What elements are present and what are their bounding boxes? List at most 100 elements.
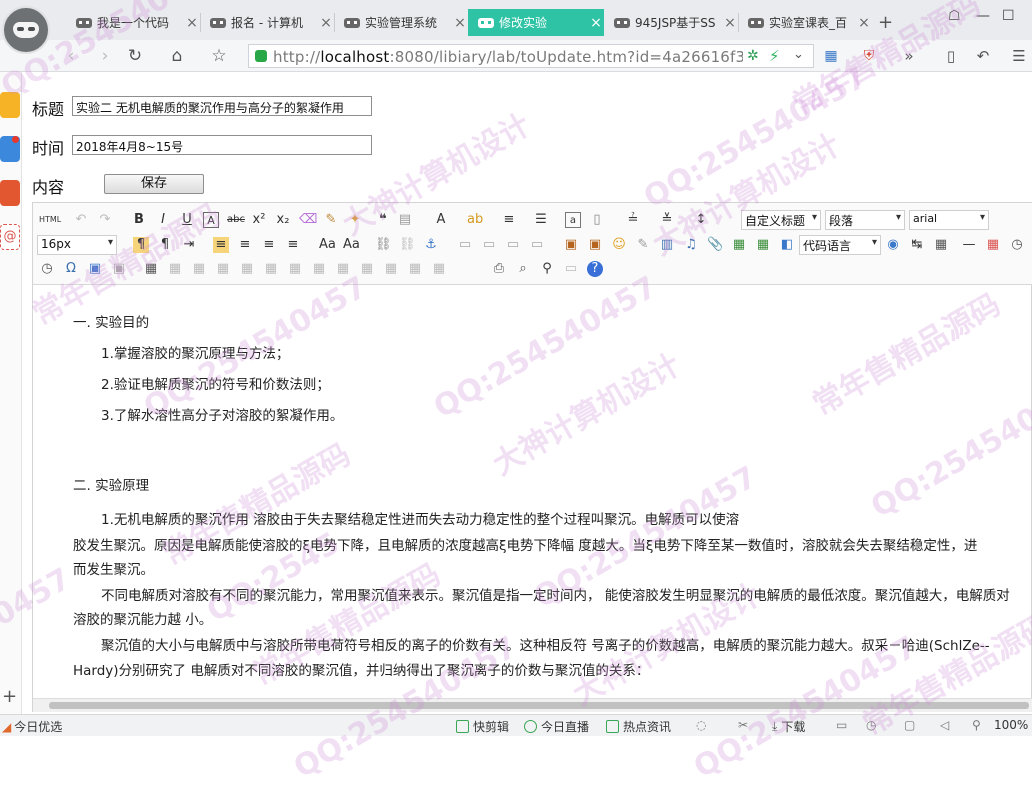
- unordered-list-icon[interactable]: ☰: [533, 212, 549, 228]
- horizontal-scrollbar[interactable]: [33, 698, 1032, 712]
- insert-col-icon[interactable]: ▦: [263, 261, 279, 277]
- page-break-icon[interactable]: ◉: [885, 237, 901, 253]
- clock-icon[interactable]: ◷: [39, 261, 55, 277]
- mute-icon[interactable]: ◁: [940, 718, 949, 732]
- eraser-icon[interactable]: ⌫: [299, 212, 317, 228]
- insert-image-icon[interactable]: ▣: [587, 237, 603, 253]
- simple-upload-icon[interactable]: ▣: [563, 237, 579, 253]
- date-icon[interactable]: ▦: [985, 237, 1001, 253]
- pasteplain-icon[interactable]: ▤: [397, 212, 413, 228]
- music-icon[interactable]: ♫: [683, 237, 699, 253]
- merge-cells-icon[interactable]: ▦: [311, 261, 327, 277]
- add-icon[interactable]: +: [2, 686, 17, 707]
- align-left-icon[interactable]: ≡: [213, 237, 229, 253]
- skin-icon[interactable]: ☖: [948, 8, 961, 24]
- home-icon[interactable]: ⌂: [166, 45, 188, 67]
- maximize-icon[interactable]: ☐: [1002, 8, 1015, 24]
- back-icon[interactable]: ‹: [60, 45, 82, 67]
- status-item-download[interactable]: ⤓ 下载: [772, 718, 805, 735]
- font-family-select[interactable]: arial: [909, 210, 989, 230]
- unlink-icon[interactable]: ⛓: [399, 237, 416, 253]
- close-icon[interactable]: ×: [588, 15, 604, 31]
- scrawl-icon[interactable]: ✎: [635, 237, 651, 253]
- chevron-down-icon[interactable]: ⌄: [793, 47, 804, 62]
- ltr-direction-icon[interactable]: ¶: [133, 237, 149, 253]
- rtl-direction-icon[interactable]: ¶: [157, 237, 173, 253]
- line-height-icon[interactable]: ↕: [693, 212, 709, 228]
- font-border-icon[interactable]: A: [203, 212, 219, 228]
- time-icon[interactable]: ◷: [1009, 237, 1025, 253]
- status-item-quick-edit[interactable]: 快剪辑: [456, 718, 509, 735]
- font-size-select[interactable]: 16px: [37, 235, 117, 255]
- horizontal-rule-icon[interactable]: —: [961, 237, 977, 253]
- redo-icon[interactable]: ↷: [97, 212, 113, 228]
- history-icon[interactable]: ◷: [866, 718, 876, 732]
- menu-icon[interactable]: ☰: [1008, 45, 1030, 67]
- minimize-icon[interactable]: —: [976, 8, 990, 24]
- strikethrough-icon[interactable]: abc: [227, 212, 245, 228]
- tab-5[interactable]: 945JSP基于SS ×: [604, 9, 738, 36]
- indent-icon[interactable]: ⇥: [181, 237, 197, 253]
- bookmark-star-icon[interactable]: ☆: [208, 45, 230, 67]
- background-icon[interactable]: ↹: [909, 237, 925, 253]
- time-input[interactable]: 2018年4月8~15号: [72, 135, 372, 155]
- delete-row-icon[interactable]: ▦: [239, 261, 255, 277]
- forward-icon[interactable]: ›: [94, 45, 116, 67]
- uppercase-icon[interactable]: Aa: [319, 237, 336, 253]
- insert-paragraph-before-table-icon[interactable]: ▦: [191, 261, 207, 277]
- preview-icon[interactable]: ⌕: [515, 261, 531, 277]
- today-picks[interactable]: ◢ 今日优选: [2, 718, 62, 735]
- heading-select[interactable]: 自定义标题: [741, 210, 821, 230]
- tab-3[interactable]: 实验管理系统 ×: [334, 9, 468, 36]
- background-color-icon[interactable]: ab: [467, 212, 483, 228]
- template-icon[interactable]: ▦: [933, 237, 949, 253]
- align-justify-icon[interactable]: ≡: [285, 237, 301, 253]
- user-avatar[interactable]: [2, 6, 50, 54]
- row-spacing-top-icon[interactable]: ≟: [625, 212, 641, 228]
- html-source-button[interactable]: HTML: [39, 212, 61, 228]
- lightning-icon[interactable]: ⚡: [769, 47, 780, 65]
- image-left-icon[interactable]: ▭: [481, 237, 497, 253]
- code-language-select[interactable]: 代码语言: [799, 235, 881, 255]
- title-input[interactable]: 实验二 无机电解质的聚沉作用与高分子的絮凝作用: [72, 96, 372, 116]
- attachment-icon[interactable]: 📎: [707, 237, 723, 253]
- select-all-icon[interactable]: a: [565, 212, 581, 228]
- undo-icon[interactable]: ↶: [73, 212, 89, 228]
- favorites-star-icon[interactable]: [0, 92, 20, 118]
- new-tab-button[interactable]: +: [878, 12, 893, 33]
- close-icon[interactable]: ×: [722, 15, 738, 31]
- clear-doc-icon[interactable]: ▯: [589, 212, 605, 228]
- merge-down-icon[interactable]: ▦: [359, 261, 375, 277]
- split-to-cols-icon[interactable]: ▦: [431, 261, 447, 277]
- status-item-live[interactable]: 今日直播: [524, 718, 589, 735]
- zoom-level[interactable]: 100%: [994, 718, 1028, 732]
- save-button[interactable]: 保存: [104, 174, 204, 194]
- delete-table-icon[interactable]: ▦: [167, 261, 183, 277]
- split-to-cells-icon[interactable]: ▦: [383, 261, 399, 277]
- close-icon[interactable]: ×: [318, 15, 334, 31]
- blockquote-icon[interactable]: ❝: [375, 212, 391, 228]
- lowercase-icon[interactable]: Aa: [343, 237, 360, 253]
- url-field[interactable]: http://localhost:8080/libiary/lab/toUpda…: [248, 44, 814, 68]
- extensions-icon[interactable]: ▦: [820, 45, 842, 67]
- close-icon[interactable]: ×: [856, 15, 872, 31]
- superscript-icon[interactable]: x²: [251, 212, 267, 228]
- snapscreen-icon[interactable]: ▣: [87, 261, 103, 277]
- align-right-icon[interactable]: ≡: [261, 237, 277, 253]
- more-icon[interactable]: »: [898, 45, 920, 67]
- subscript-icon[interactable]: x₂: [275, 212, 291, 228]
- close-icon[interactable]: ×: [452, 15, 468, 31]
- search-replace-icon[interactable]: ⚲: [539, 261, 555, 277]
- screenshot-icon[interactable]: ▭: [836, 718, 847, 732]
- font-color-icon[interactable]: A: [433, 212, 449, 228]
- undo-icon[interactable]: ↶: [972, 45, 994, 67]
- tab-1[interactable]: 我是一个代码 ×: [66, 9, 200, 36]
- drafts-icon[interactable]: ▭: [563, 261, 579, 277]
- word-image-icon[interactable]: ▣: [111, 261, 127, 277]
- bold-icon[interactable]: B: [131, 212, 147, 228]
- underline-icon[interactable]: U: [179, 212, 195, 228]
- paragraph-select[interactable]: 段落: [825, 210, 905, 230]
- ordered-list-icon[interactable]: ≡: [501, 212, 517, 228]
- weibo-icon[interactable]: [0, 180, 20, 206]
- link-icon[interactable]: ⛓: [375, 237, 392, 253]
